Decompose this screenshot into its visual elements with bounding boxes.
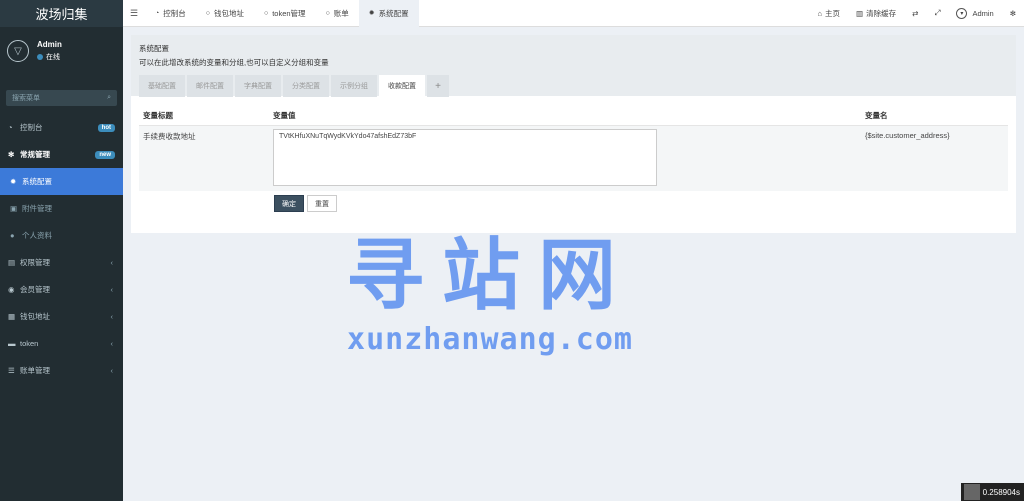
- tab-basic[interactable]: 基础配置: [139, 75, 185, 97]
- panel-title: 系统配置: [139, 44, 169, 53]
- watermark-cn: 寻站网: [345, 231, 634, 321]
- tab-bills[interactable]: ○ 账单: [316, 0, 359, 27]
- home-icon: ⌂: [817, 8, 823, 18]
- sidebar-item-dashboard[interactable]: ◔ 控制台 hot: [0, 114, 123, 141]
- config-table: 变量标题 变量值 变量名 手续费收款地址 TVtKHfuXNuTqWydKVkY…: [139, 107, 1008, 191]
- tab-email[interactable]: 邮件配置: [187, 75, 233, 97]
- config-tabs: 基础配置 邮件配置 字典配置 分类配置 示例分组 收款配置 +: [139, 75, 1008, 97]
- user-icon: ●: [10, 231, 15, 240]
- row-title: 手续费收款地址: [139, 125, 269, 191]
- tab-payment[interactable]: 收款配置: [379, 75, 425, 97]
- tab-category[interactable]: 分类配置: [283, 75, 329, 97]
- panel-description: 可以在此增改系统的变量和分组,也可以自定义分组和变量: [139, 58, 329, 67]
- watermark-en: xunzhanwang.com: [347, 322, 633, 357]
- row-variable-name: {$site.customer_address}: [861, 125, 1008, 191]
- page-timer: 0.258904s: [960, 483, 1024, 501]
- user-name: Admin: [37, 40, 62, 49]
- trash-icon: ▥: [856, 8, 864, 18]
- column-header-title: 变量标题: [139, 107, 269, 126]
- sidebar-item-bills[interactable]: ☰ 账单管理 ‹: [0, 357, 123, 384]
- sidebar-search[interactable]: 搜索菜单 ⌕: [6, 90, 117, 106]
- gear-icon: ✹: [368, 10, 375, 17]
- tab-wallet[interactable]: ○ 钱包地址: [196, 0, 254, 27]
- sidebar-item-system-config[interactable]: ✹ 系统配置: [0, 168, 123, 195]
- circle-icon: ○: [205, 9, 210, 17]
- group-icon: ▤: [8, 258, 16, 267]
- user-panel: ▽ Admin 在线: [0, 32, 123, 70]
- debug-icon[interactable]: [963, 484, 980, 500]
- sidebar-item-wallet[interactable]: ▦ 钱包地址 ‹: [0, 303, 123, 330]
- tab-example[interactable]: 示例分组: [331, 75, 377, 97]
- hot-badge: hot: [97, 123, 115, 132]
- column-header-value: 变量值: [269, 107, 861, 126]
- sidebar-item-token[interactable]: ▬ token ‹: [0, 330, 123, 357]
- sidebar-item-member[interactable]: ◉ 会员管理 ‹: [0, 276, 123, 303]
- dashboard-icon: ◔: [155, 9, 160, 17]
- user-status: 在线: [37, 52, 62, 62]
- new-badge: new: [95, 150, 115, 159]
- settings-icon[interactable]: ✻: [1002, 9, 1024, 18]
- tab-dashboard[interactable]: ◔ 控制台: [145, 0, 196, 27]
- member-icon: ◉: [8, 285, 15, 294]
- sidebar-menu: ◔ 控制台 hot ✻ 常规管理 new ✹ 系统配置 ▣ 附件管理 ● 个人资料 ▤ 权限管理…: [0, 114, 123, 384]
- sidebar-item-attachment[interactable]: ▣ 附件管理: [0, 195, 123, 222]
- token-icon: ▬: [8, 339, 16, 348]
- online-dot-icon: [37, 54, 43, 60]
- gear-icon: ✹: [10, 177, 17, 186]
- avatar: ▽: [7, 40, 29, 62]
- watermark: 寻站网 xunzhanwang.com: [330, 230, 650, 357]
- tab-token[interactable]: ○ token管理: [254, 0, 316, 27]
- fullscreen-icon[interactable]: ⤢: [926, 8, 948, 18]
- table-row: 手续费收款地址 TVtKHfuXNuTqWydKVkYdo47afshEdZ73…: [139, 125, 1008, 191]
- circle-icon: ○: [325, 9, 330, 17]
- address-textarea[interactable]: TVtKHfuXNuTqWydKVkYdo47afshEdZ73bF: [273, 128, 657, 186]
- chevron-left-icon: ‹: [110, 258, 114, 267]
- search-input[interactable]: 搜索菜单: [12, 93, 40, 103]
- sidebar-item-profile[interactable]: ● 个人资料: [0, 222, 123, 249]
- menu-toggle-icon[interactable]: ☰: [123, 8, 145, 19]
- chevron-left-icon: ‹: [110, 312, 114, 321]
- wallet-icon: ▦: [8, 312, 16, 321]
- sidebar: 波场归集 ▽ Admin 在线 搜索菜单 ⌕ ◔ 控制台 hot ✻ 常规管理 new …: [0, 0, 123, 501]
- topbar: ☰ ◔ 控制台 ○ 钱包地址 ○ token管理 ○ 账单 ✹ 系统配置 ⌂ 主页 ▥ 清除缓…: [123, 0, 1024, 27]
- clear-cache-button[interactable]: ▥ 清除缓存: [848, 8, 904, 19]
- chevron-left-icon: ‹: [110, 366, 114, 375]
- admin-menu[interactable]: ▾ Admin: [948, 7, 1001, 19]
- search-icon[interactable]: ⌕: [107, 94, 111, 102]
- confirm-button[interactable]: 确定: [274, 195, 304, 212]
- app-logo[interactable]: 波场归集: [0, 0, 123, 27]
- tab-dictionary[interactable]: 字典配置: [235, 75, 281, 97]
- translate-icon[interactable]: ⇄: [904, 9, 926, 18]
- column-header-name: 变量名: [861, 107, 1008, 126]
- attachment-icon: ▣: [10, 204, 18, 213]
- cogs-icon: ✻: [8, 150, 15, 159]
- circle-icon: ○: [263, 9, 269, 17]
- dashboard-icon: ◔: [8, 123, 13, 132]
- chevron-left-icon: ‹: [110, 339, 114, 348]
- tab-system-config[interactable]: ✹ 系统配置: [358, 0, 419, 27]
- panel-header: 系统配置 可以在此增改系统的变量和分组,也可以自定义分组和变量 基础配置 邮件配…: [131, 35, 1016, 97]
- sidebar-item-general[interactable]: ✻ 常规管理 new: [0, 141, 123, 168]
- list-icon: ☰: [8, 366, 15, 375]
- chevron-left-icon: ‹: [110, 285, 114, 294]
- add-tab-button[interactable]: +: [427, 75, 449, 97]
- reset-button[interactable]: 重置: [307, 195, 337, 212]
- sidebar-item-permission[interactable]: ▤ 权限管理 ‹: [0, 249, 123, 276]
- config-panel: 系统配置 可以在此增改系统的变量和分组,也可以自定义分组和变量 基础配置 邮件配…: [131, 35, 1016, 233]
- home-link[interactable]: ⌂ 主页: [810, 8, 849, 19]
- avatar: ▾: [956, 7, 968, 19]
